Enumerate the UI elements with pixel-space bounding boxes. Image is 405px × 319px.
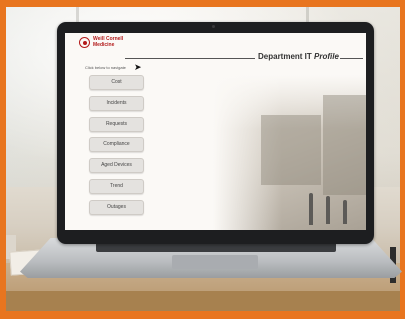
page-title-emphasis: Profile: [314, 52, 339, 61]
nav-button-trend[interactable]: Trend: [89, 178, 144, 194]
page-title: Department IT Profile: [258, 52, 339, 61]
header-rule-left: [125, 58, 255, 59]
laptop-trackpad: [172, 255, 258, 269]
logo-text: Weill Cornell Medicine: [93, 36, 123, 48]
laptop-lid: Weill Cornell Medicine Department IT Pro…: [57, 22, 374, 244]
person: [309, 193, 313, 225]
webcam: [212, 25, 215, 28]
laptop-screen: Weill Cornell Medicine Department IT Pro…: [65, 33, 366, 230]
header-rule-right: [340, 58, 363, 59]
page-title-main: Department IT: [258, 52, 312, 61]
person: [326, 196, 330, 224]
nav-button-cost[interactable]: Cost: [89, 75, 144, 90]
building: [323, 95, 366, 195]
building: [261, 115, 321, 185]
nav-button-requests[interactable]: Requests: [89, 116, 144, 132]
nav-button-aged-devices[interactable]: Aged Devices: [89, 158, 144, 174]
person: [343, 200, 347, 224]
brand-logo: Weill Cornell Medicine: [79, 36, 123, 48]
mouse-cursor-icon: ➤: [134, 62, 142, 72]
logo-line-2: Medicine: [93, 41, 115, 48]
desk: [6, 291, 400, 311]
navigation-hint: Click below to navigate: [85, 65, 126, 70]
nav-button-incidents[interactable]: Incidents: [89, 95, 144, 111]
nav-button-outages[interactable]: Outages: [89, 199, 144, 215]
university-seal-icon: [79, 37, 90, 48]
nav-button-compliance[interactable]: Compliance: [89, 137, 144, 153]
navigation-menu: Cost Incidents Requests Compliance Aged …: [89, 75, 144, 221]
campus-photo: [213, 75, 366, 230]
